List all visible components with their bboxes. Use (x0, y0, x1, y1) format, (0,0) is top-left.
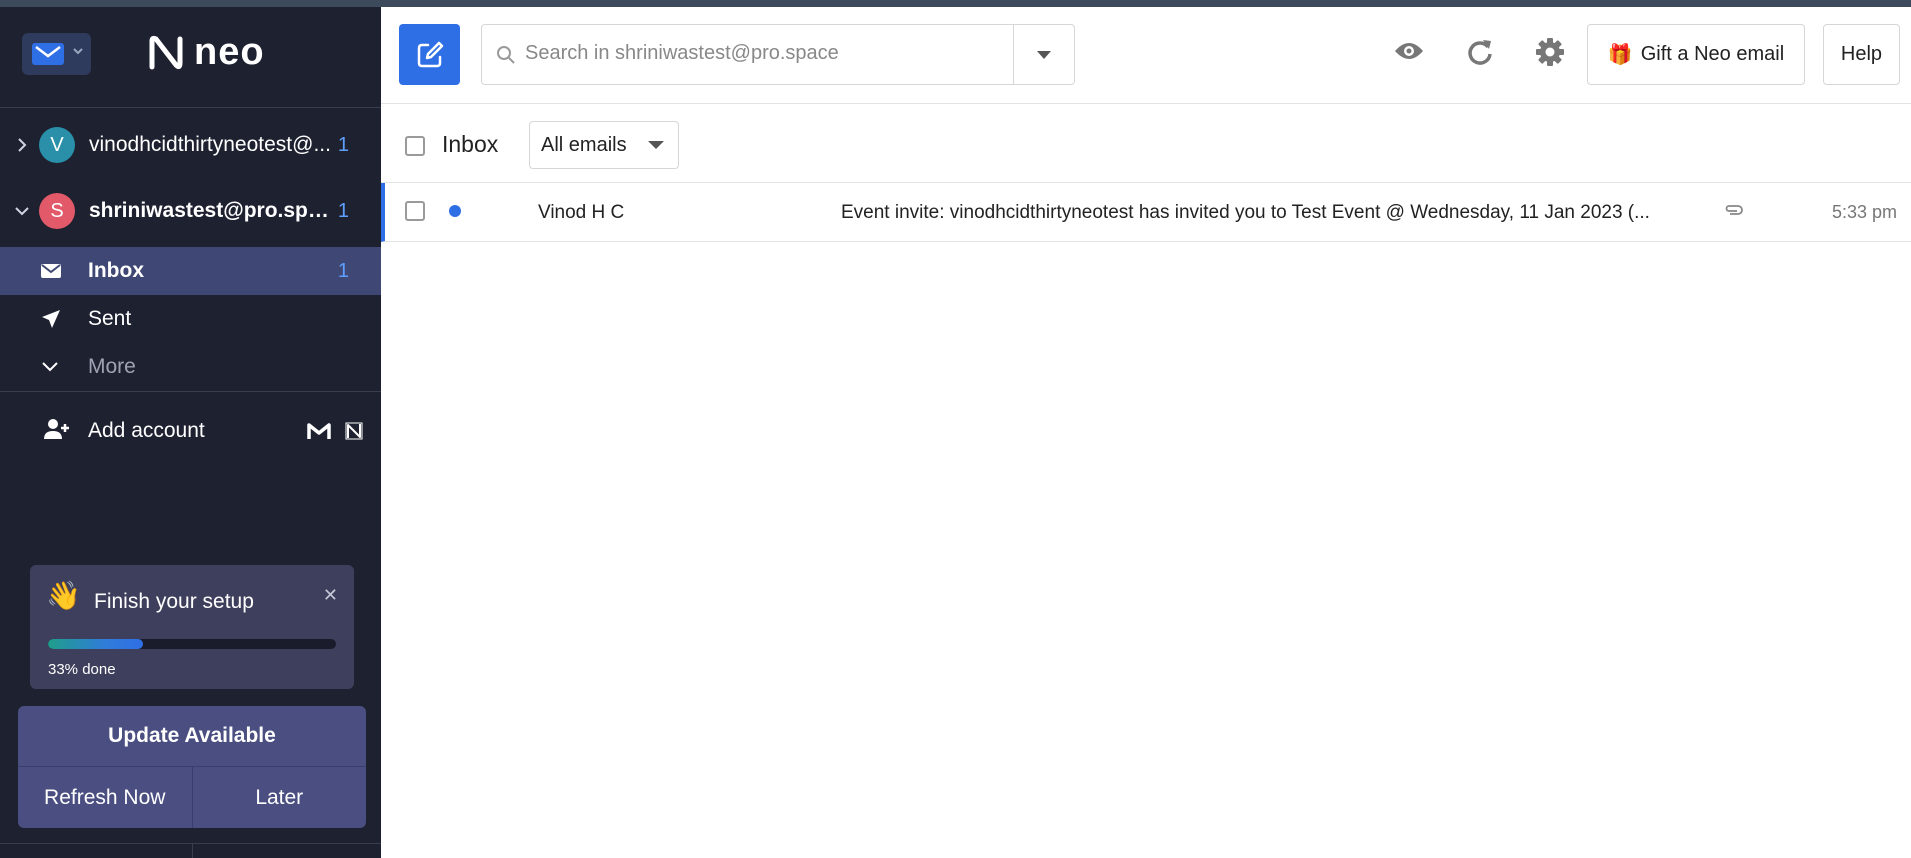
caret-down-icon (648, 141, 664, 149)
paper-plane-icon (40, 308, 80, 330)
gear-icon[interactable] (1535, 37, 1565, 72)
email-subject: Event invite: vinodhcidthirtyneotest has… (841, 202, 1650, 223)
chevron-down-icon (72, 44, 84, 60)
email-checkbox[interactable] (405, 201, 425, 221)
main-panel: Search in shriniwastest@pro.space 🎁 Gift… (381, 7, 1911, 858)
unread-count: 1 (337, 133, 349, 156)
add-user-icon (44, 418, 80, 445)
eye-icon[interactable] (1394, 41, 1424, 66)
setup-progress-bar (48, 639, 336, 649)
window-top-bar (0, 0, 1911, 7)
gift-icon: 🎁 (1607, 44, 1633, 66)
divider (0, 107, 381, 108)
setup-progress-fill (48, 639, 144, 649)
envelope-icon (32, 43, 64, 65)
account-name: shriniwastest@pro.space (89, 199, 339, 222)
avatar: S (39, 193, 75, 229)
gmail-icon[interactable] (307, 422, 331, 440)
provider-icons (307, 422, 363, 440)
refresh-now-button[interactable]: Refresh Now (18, 767, 192, 828)
toolbar: Search in shriniwastest@pro.space 🎁 Gift… (381, 7, 1911, 104)
close-icon[interactable]: ✕ (323, 585, 338, 606)
email-row[interactable]: Vinod H C Event invite: vinodhcidthirtyn… (381, 183, 1911, 242)
setup-title: Finish your setup (94, 590, 254, 613)
unread-count: 1 (337, 199, 349, 222)
search-input[interactable]: Search in shriniwastest@pro.space (525, 42, 839, 65)
update-title: Update Available (18, 706, 366, 767)
search-icon (496, 45, 516, 70)
compose-button[interactable] (399, 24, 460, 85)
email-time: 5:33 pm (1831, 202, 1897, 222)
account-name: vinodhcidthirtyneotest@... (89, 133, 331, 156)
divider (0, 391, 381, 392)
app-switcher-button[interactable] (22, 33, 91, 75)
divider (192, 843, 193, 858)
sidebar-item-sent[interactable]: Sent (0, 295, 381, 343)
update-panel: Update Available Refresh Now Later (18, 706, 366, 828)
waving-hand-icon: 👋 (46, 580, 81, 611)
email-filter-select[interactable]: All emails (529, 121, 679, 169)
gift-neo-email-button[interactable]: 🎁 Gift a Neo email (1587, 24, 1805, 85)
envelope-icon (40, 262, 80, 280)
refresh-icon[interactable] (1466, 38, 1494, 71)
chevron-down-icon (40, 360, 80, 374)
search-options-button[interactable] (1013, 25, 1074, 84)
caret-down-icon (1037, 50, 1051, 59)
filter-label: All emails (541, 133, 627, 156)
account-shriniwastest[interactable]: S shriniwastest@pro.space 1 (0, 178, 381, 244)
neo-logo-icon (149, 35, 183, 69)
sidebar: neo V vinodhcidthirtyneotest@... 1 S shr… (0, 7, 381, 858)
neo-icon[interactable] (345, 422, 363, 440)
neo-logo: neo (146, 31, 265, 74)
folder-title: Inbox (442, 131, 499, 157)
search-box: Search in shriniwastest@pro.space (481, 24, 1075, 85)
account-vinodhcidthirtyneotest[interactable]: V vinodhcidthirtyneotest@... 1 (0, 112, 381, 178)
chevron-down-icon[interactable] (12, 205, 32, 217)
sidebar-item-label: Sent (88, 307, 132, 330)
later-button[interactable]: Later (191, 767, 367, 828)
sidebar-item-label: More (88, 355, 136, 378)
attachment-icon (1724, 203, 1744, 222)
add-account-label: Add account (88, 419, 205, 442)
chevron-right-icon[interactable] (12, 137, 32, 153)
sidebar-item-inbox[interactable]: Inbox 1 (0, 247, 381, 295)
help-button[interactable]: Help (1823, 24, 1900, 85)
setup-progress-text: 33% done (48, 661, 116, 678)
sidebar-header: neo (0, 7, 381, 107)
logo-text: neo (194, 31, 265, 73)
avatar: V (39, 127, 75, 163)
setup-card: 👋 Finish your setup ✕ 33% done (30, 565, 354, 689)
add-account-button[interactable]: Add account (0, 407, 381, 455)
gift-label: Gift a Neo email (1640, 43, 1785, 65)
email-sender: Vinod H C (538, 202, 625, 223)
sidebar-item-more[interactable]: More (0, 343, 381, 391)
compose-icon (417, 41, 443, 67)
unread-dot-icon[interactable] (449, 205, 461, 217)
sidebar-item-label: Inbox (88, 259, 144, 282)
select-all-checkbox[interactable] (405, 136, 425, 156)
unread-count: 1 (337, 259, 349, 282)
divider (0, 843, 381, 844)
list-header: Inbox All emails (381, 104, 1911, 183)
